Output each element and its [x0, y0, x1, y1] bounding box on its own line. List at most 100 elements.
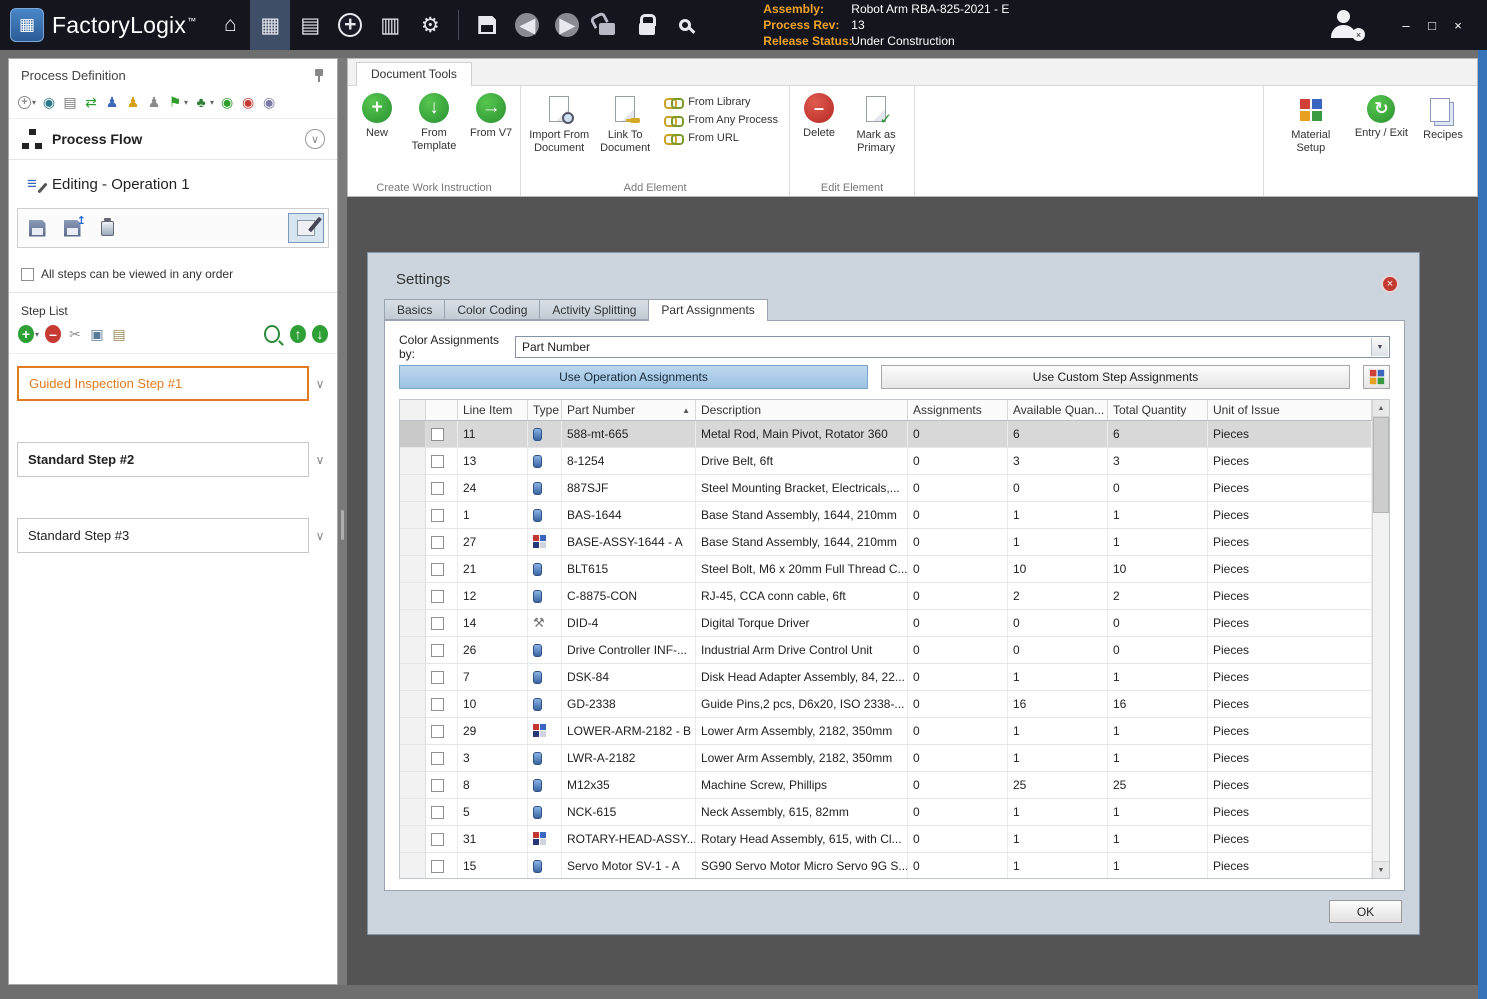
sidebar-splitter[interactable]: [338, 58, 347, 985]
row-checkbox[interactable]: [431, 535, 444, 549]
zoom-step-icon[interactable]: [263, 324, 285, 344]
row-checkbox[interactable]: [431, 751, 444, 765]
table-row[interactable]: 13 8-1254 Drive Belt, 6ft 0 3 3 Pieces: [400, 448, 1372, 475]
import-step-icon[interactable]: ↥: [57, 214, 87, 242]
start-icon[interactable]: [218, 92, 236, 112]
column-header-line-item[interactable]: Line Item: [458, 400, 528, 420]
table-row[interactable]: 10 GD-2338 Guide Pins,2 pcs, D6x20, ISO 23…: [400, 691, 1372, 718]
table-row[interactable]: 24 887SJF Steel Mounting Bracket, Electric…: [400, 475, 1372, 502]
process-definition-icon[interactable]: [250, 0, 291, 50]
row-checkbox[interactable]: [431, 859, 444, 873]
save-icon[interactable]: [467, 0, 507, 50]
print-icon[interactable]: [61, 92, 79, 112]
row-checkbox[interactable]: [431, 805, 444, 819]
link-to-document-button[interactable]: Link To Document: [592, 88, 658, 160]
process-flow-row[interactable]: Process Flow ∨: [9, 118, 337, 159]
tab-document-tools[interactable]: Document Tools: [356, 62, 472, 86]
table-scrollbar[interactable]: ▲ ▼: [1372, 400, 1389, 878]
table-row[interactable]: 14 ⚒ DID-4 Digital Torque Driver 0 0 0 Pieces: [400, 610, 1372, 637]
table-row[interactable]: 5 NCK-615 Neck Assembly, 615, 82mm 0 1 1 Piece…: [400, 799, 1372, 826]
table-row[interactable]: 29 LOWER-ARM-2182 - B Lower Arm Assembly, …: [400, 718, 1372, 745]
back-icon[interactable]: [507, 0, 547, 50]
view-order-checkbox[interactable]: [21, 267, 34, 281]
lock-icon[interactable]: [627, 0, 667, 50]
tree-icon[interactable]: ▾: [192, 92, 215, 112]
use-operation-assignments-button[interactable]: Use Operation Assignments: [399, 365, 868, 389]
dialog-close-button[interactable]: ×: [1381, 275, 1399, 293]
copy-step-icon[interactable]: [88, 324, 106, 344]
row-checkbox[interactable]: [431, 562, 444, 576]
maximize-button[interactable]: □: [1419, 12, 1445, 38]
add-step-icon[interactable]: ▾: [17, 324, 40, 344]
from-template-button[interactable]: From Template: [401, 88, 467, 158]
table-row[interactable]: 15 Servo Motor SV-1 - A SG90 Servo Motor M…: [400, 853, 1372, 878]
column-header-total-quantity[interactable]: Total Quantity: [1108, 400, 1208, 420]
from-url-button[interactable]: From URL: [664, 132, 778, 145]
mark-as-primary-button[interactable]: Mark as Primary: [843, 88, 909, 160]
table-row[interactable]: 31 ROTARY-HEAD-ASSY... Rotary Head Assembl…: [400, 826, 1372, 853]
row-checkbox[interactable]: [431, 454, 444, 468]
column-header-description[interactable]: Description: [696, 400, 908, 420]
pin-icon[interactable]: [313, 68, 325, 83]
row-checkbox[interactable]: [431, 616, 444, 630]
minimize-button[interactable]: –: [1393, 12, 1419, 38]
user-shield-icon[interactable]: [145, 92, 163, 112]
chevron-down-icon[interactable]: ∨: [309, 529, 331, 543]
row-checkbox[interactable]: [431, 778, 444, 792]
row-checkbox[interactable]: [431, 481, 444, 495]
navigator-icon[interactable]: [330, 0, 370, 50]
row-checkbox[interactable]: [431, 589, 444, 603]
tab-color-coding[interactable]: Color Coding: [444, 299, 540, 320]
column-header-available-quan[interactable]: Available Quan...: [1008, 400, 1108, 420]
column-header-assignments[interactable]: Assignments: [908, 400, 1008, 420]
table-row[interactable]: 8 M12x35 Machine Screw, Phillips 0 25 25 Piece…: [400, 772, 1372, 799]
move-down-icon[interactable]: [311, 324, 329, 344]
table-row[interactable]: 12 C-8875-CON RJ-45, CCA conn cable, 6ft 0 2…: [400, 583, 1372, 610]
scroll-up-icon[interactable]: ▲: [1373, 400, 1389, 417]
remove-step-icon[interactable]: [44, 324, 62, 344]
material-setup-button[interactable]: Material Setup: [1278, 90, 1344, 160]
row-checkbox[interactable]: [431, 427, 444, 441]
row-checkbox[interactable]: [431, 643, 444, 657]
inspect-icon[interactable]: [667, 0, 707, 50]
import-from-document-button[interactable]: Import From Document: [526, 88, 592, 160]
tab-part-assignments[interactable]: Part Assignments: [648, 299, 768, 321]
status-icon[interactable]: [260, 92, 278, 112]
stop-icon[interactable]: [239, 92, 257, 112]
close-button[interactable]: ×: [1445, 12, 1471, 38]
table-row[interactable]: 1 BAS-1644 Base Stand Assembly, 1644, 210m…: [400, 502, 1372, 529]
move-up-icon[interactable]: [289, 324, 307, 344]
row-checkbox[interactable]: [431, 724, 444, 738]
exchange-icon[interactable]: [82, 92, 100, 112]
row-checkbox[interactable]: [431, 832, 444, 846]
color-legend-button[interactable]: [1363, 365, 1390, 389]
table-row[interactable]: 3 LWR-A-2182 Lower Arm Assembly, 2182, 350…: [400, 745, 1372, 772]
scroll-down-icon[interactable]: ▼: [1373, 861, 1389, 878]
row-checkbox[interactable]: [431, 670, 444, 684]
paste-step-icon[interactable]: [110, 324, 128, 344]
news-icon[interactable]: [370, 0, 410, 50]
tab-activity-splitting[interactable]: Activity Splitting: [539, 299, 649, 320]
add-icon[interactable]: ▾: [17, 92, 37, 112]
step-item-standard-step-3[interactable]: Standard Step #3: [17, 518, 309, 553]
table-row[interactable]: 26 Drive Controller INF-... Industrial Arm…: [400, 637, 1372, 664]
edit-work-instruction-button[interactable]: [288, 213, 324, 243]
home-icon[interactable]: [210, 0, 250, 50]
chevron-down-icon[interactable]: ∨: [309, 377, 331, 391]
color-assignments-dropdown[interactable]: Part Number ▼: [515, 336, 1390, 358]
use-custom-step-assignments-button[interactable]: Use Custom Step Assignments: [881, 365, 1350, 389]
ok-button[interactable]: OK: [1329, 900, 1402, 923]
forward-icon[interactable]: [547, 0, 587, 50]
tab-basics[interactable]: Basics: [384, 299, 445, 320]
step-item-guided-inspection-step-1[interactable]: Guided Inspection Step #1: [17, 366, 309, 401]
user-gold-icon[interactable]: [124, 92, 142, 112]
row-checkbox[interactable]: [431, 697, 444, 711]
row-checkbox[interactable]: [431, 508, 444, 522]
table-row[interactable]: 21 BLT615 Steel Bolt, M6 x 20mm Full Threa…: [400, 556, 1372, 583]
from-library-button[interactable]: From Library: [664, 96, 778, 109]
column-header-part-number[interactable]: Part Number ▲: [562, 400, 696, 420]
recipes-button[interactable]: Recipes: [1419, 90, 1467, 147]
unlock-icon[interactable]: [587, 0, 627, 50]
chevron-down-icon[interactable]: ∨: [309, 453, 331, 467]
production-docs-icon[interactable]: [290, 0, 330, 50]
